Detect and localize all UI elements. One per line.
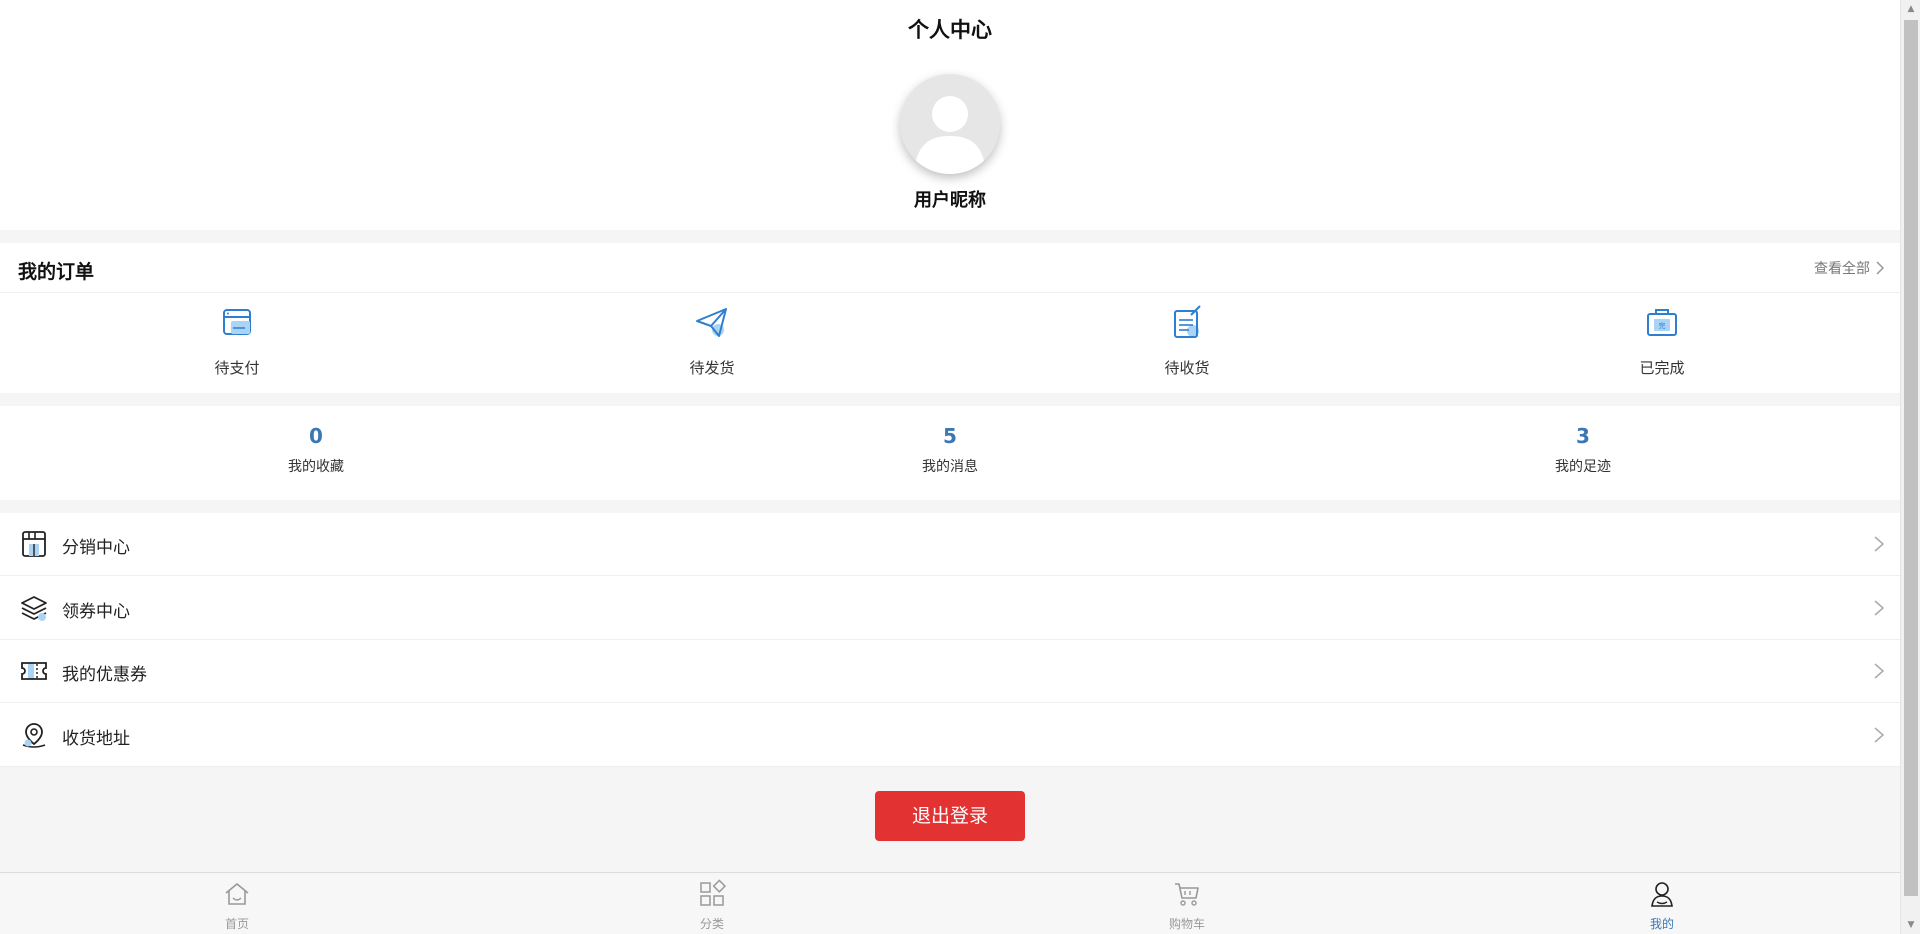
menu-item-label: 领券中心 bbox=[62, 602, 130, 622]
view-all-label: 查看全部 bbox=[1814, 261, 1870, 277]
scroll-up-arrow-icon[interactable]: ▲ bbox=[1901, 0, 1920, 18]
paper-plane-icon bbox=[696, 308, 727, 337]
menu-item-my-coupons[interactable]: 我的优惠券 bbox=[0, 640, 1900, 703]
clipboard-icon bbox=[1174, 305, 1201, 338]
stat-value: 3 bbox=[1576, 424, 1590, 448]
tab-mine[interactable]: 我的 bbox=[1622, 879, 1702, 932]
order-pending-shipment[interactable]: 待发货 bbox=[652, 303, 772, 378]
order-pending-payment[interactable]: 待支付 bbox=[177, 303, 297, 378]
user-silhouette-icon bbox=[914, 96, 986, 174]
menu-item-label: 收货地址 bbox=[62, 729, 130, 749]
store-icon bbox=[22, 531, 46, 557]
ticket-icon bbox=[21, 662, 47, 680]
orders-header: 我的订单 查看全部 bbox=[0, 243, 1900, 293]
menu-item-shipping-address[interactable]: 收货地址 bbox=[0, 704, 1900, 767]
tab-cart[interactable]: 购物车 bbox=[1147, 879, 1227, 932]
completed-bag-icon: 完 bbox=[1647, 309, 1677, 336]
tab-category[interactable]: 分类 bbox=[672, 879, 752, 932]
wallet-icon bbox=[223, 309, 251, 335]
svg-text:完: 完 bbox=[1659, 321, 1666, 330]
menu-item-label: 分销中心 bbox=[62, 538, 130, 558]
chevron-right-icon bbox=[1874, 536, 1885, 552]
order-pending-receipt[interactable]: 待收货 bbox=[1127, 303, 1247, 378]
menu-item-distribution-center[interactable]: 分销中心 bbox=[0, 513, 1900, 576]
location-pin-icon bbox=[22, 723, 46, 748]
menu-item-coupon-center[interactable]: 领券中心 bbox=[0, 577, 1900, 640]
avatar[interactable] bbox=[900, 74, 1000, 174]
scroll-down-arrow-icon[interactable]: ▼ bbox=[1901, 916, 1920, 934]
scrollbar-thumb[interactable] bbox=[1904, 20, 1918, 896]
vertical-scrollbar[interactable]: ▲ ▼ bbox=[1900, 0, 1920, 934]
user-nickname: 用户昵称 bbox=[914, 190, 986, 211]
tab-home[interactable]: 首页 bbox=[197, 879, 277, 932]
profile-header: 个人中心 用户昵称 bbox=[0, 0, 1900, 230]
chevron-right-icon bbox=[1874, 600, 1885, 616]
tab-label: 首页 bbox=[224, 917, 249, 931]
view-all-orders-link[interactable]: 查看全部 bbox=[1814, 258, 1885, 278]
order-label: 待收货 bbox=[1164, 359, 1210, 377]
home-icon bbox=[225, 883, 249, 905]
menu-item-label: 我的优惠券 bbox=[62, 665, 147, 685]
menu-list: 分销中心 领券中心 我的优惠券 收货地址 bbox=[0, 513, 1900, 767]
tab-label: 购物车 bbox=[1168, 917, 1205, 931]
order-label: 已完成 bbox=[1639, 359, 1685, 377]
tab-label: 我的 bbox=[1649, 917, 1674, 931]
cart-icon bbox=[1175, 883, 1199, 906]
logout-button[interactable]: 退出登录 bbox=[875, 791, 1025, 841]
stat-messages[interactable]: 5 我的消息 bbox=[870, 424, 1030, 476]
stat-label: 我的消息 bbox=[922, 459, 978, 475]
page: 个人中心 用户昵称 我的订单 查看全部 待支付 待发货 待收货 完 已完成 0 … bbox=[0, 0, 1900, 934]
stat-label: 我的收藏 bbox=[288, 459, 344, 475]
layers-icon bbox=[21, 596, 47, 621]
chevron-right-icon bbox=[1874, 727, 1885, 743]
stats-section: 0 我的收藏 5 我的消息 3 我的足迹 bbox=[0, 406, 1900, 500]
stat-footprints[interactable]: 3 我的足迹 bbox=[1503, 424, 1663, 476]
bottom-tab-bar: 首页 分类 购物车 我的 bbox=[0, 872, 1900, 934]
stat-favorites[interactable]: 0 我的收藏 bbox=[236, 424, 396, 476]
stat-value: 0 bbox=[309, 424, 323, 448]
user-icon bbox=[1651, 882, 1673, 907]
orders-section: 我的订单 查看全部 待支付 待发货 待收货 完 已完成 bbox=[0, 243, 1900, 393]
grid-icon bbox=[700, 879, 727, 906]
order-label: 待支付 bbox=[214, 359, 260, 377]
chevron-right-icon bbox=[1876, 261, 1885, 275]
stat-label: 我的足迹 bbox=[1555, 459, 1611, 475]
page-title: 个人中心 bbox=[908, 18, 992, 42]
stat-value: 5 bbox=[943, 424, 957, 448]
orders-title: 我的订单 bbox=[18, 261, 95, 283]
order-label: 待发货 bbox=[689, 359, 735, 377]
tab-label: 分类 bbox=[699, 917, 724, 931]
order-completed[interactable]: 完 已完成 bbox=[1602, 303, 1722, 378]
chevron-right-icon bbox=[1874, 663, 1885, 679]
